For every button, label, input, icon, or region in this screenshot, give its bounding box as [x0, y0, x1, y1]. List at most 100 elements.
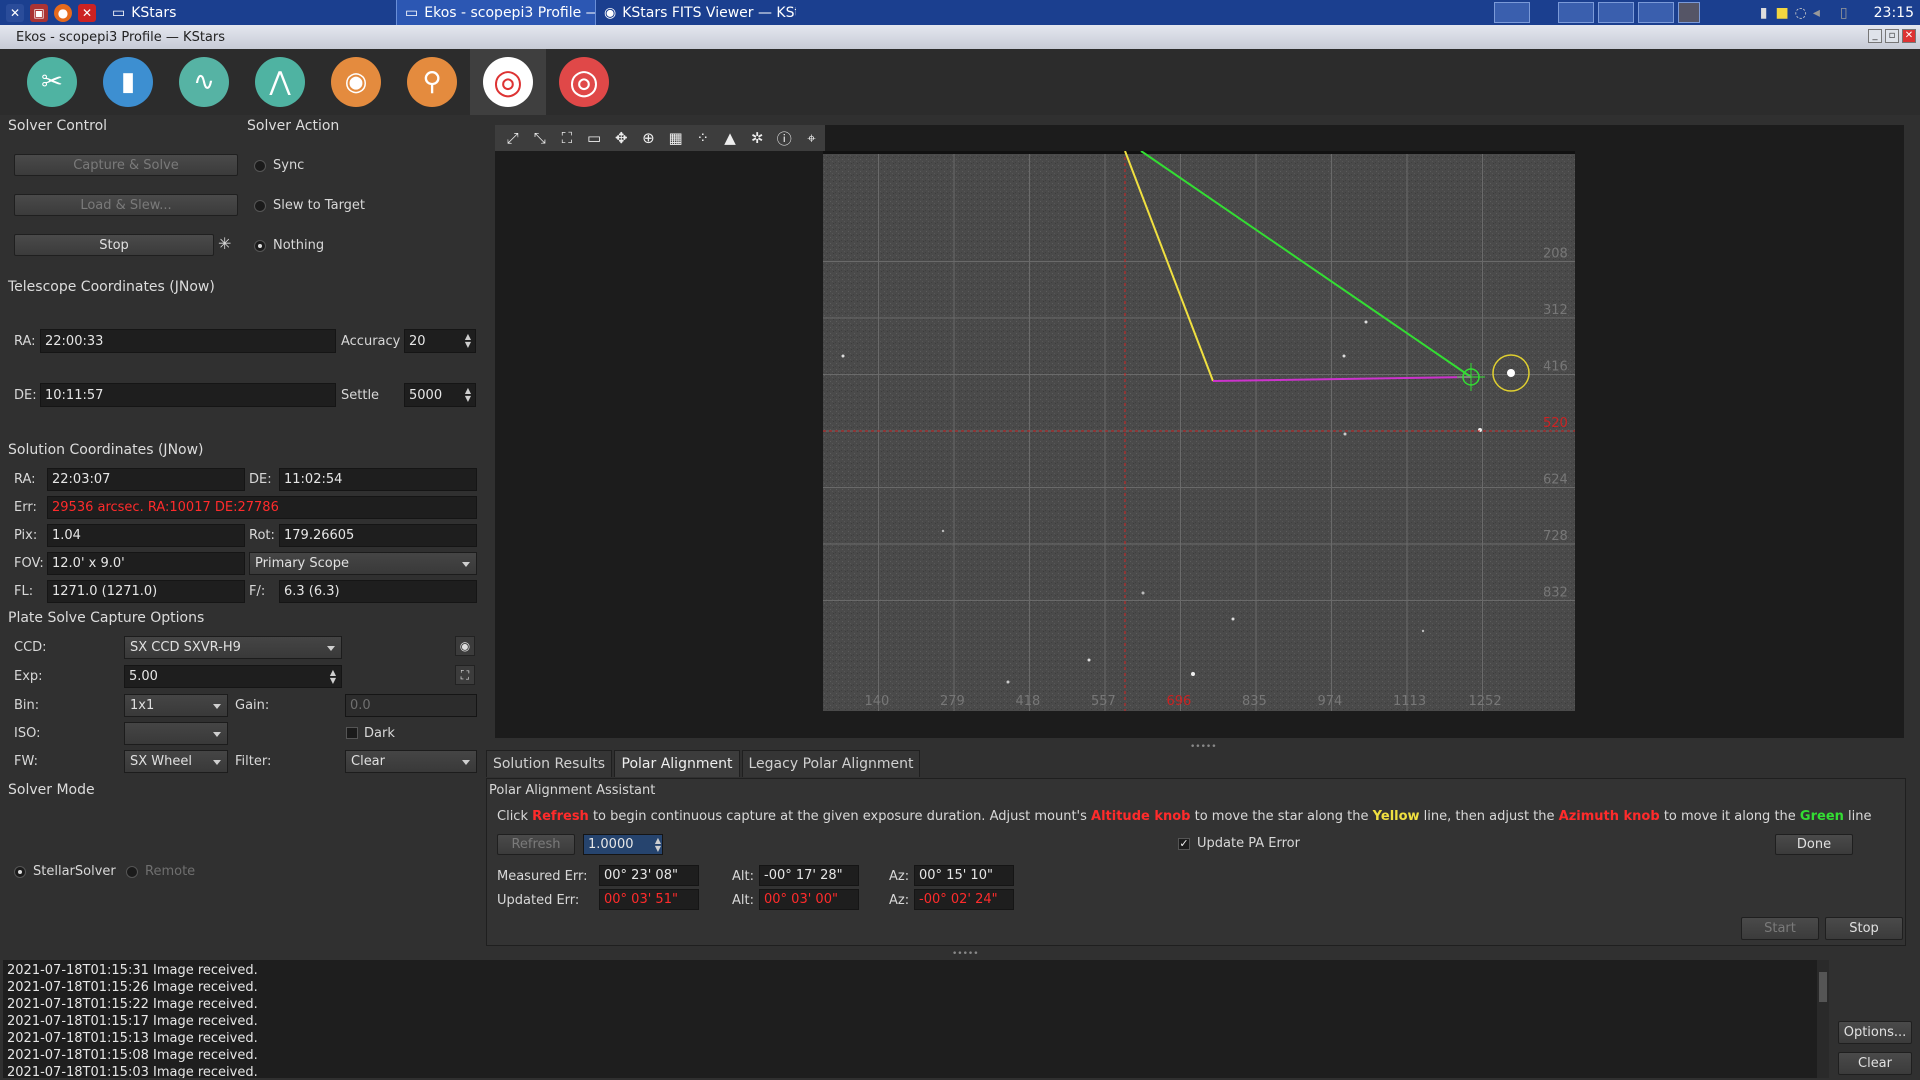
solution-fl-field: 1271.0 (1271.0) — [47, 580, 245, 603]
done-button[interactable]: Done — [1775, 834, 1853, 855]
star — [1141, 591, 1145, 595]
y-tick-label: 208 — [1543, 247, 1568, 262]
accuracy-label: Accuracy — [341, 334, 401, 349]
stop-pa-button[interactable]: Stop — [1825, 917, 1903, 940]
module-align[interactable]: ◎ — [470, 49, 546, 115]
solution-ra-field: 22:03:07 — [47, 468, 245, 491]
solution-de-label: DE: — [249, 472, 272, 487]
telescope-de-field[interactable]: 10:11:57 — [40, 383, 336, 407]
close-window-button[interactable]: ✕ — [1902, 29, 1916, 43]
pan-icon[interactable]: ✥ — [608, 125, 635, 151]
zoom-fit-icon[interactable]: ▭ — [581, 125, 608, 151]
zoom-default-icon[interactable]: ⛶ — [553, 125, 580, 151]
stars-icon[interactable]: ⁘ — [689, 125, 716, 151]
module-focus[interactable]: ⚲ — [394, 49, 470, 115]
module-setup[interactable]: ✂ — [14, 49, 90, 115]
refresh-exposure-stepper[interactable]: ▲ ▼ — [653, 834, 663, 855]
log-clear-button[interactable]: Clear — [1838, 1052, 1912, 1075]
log-output[interactable]: 2021-07-18T01:15:31 Image received. 2021… — [3, 960, 1818, 1078]
crosshair-icon[interactable]: ⊕ — [635, 125, 662, 151]
splitter-handle[interactable]: ••••• — [952, 949, 979, 959]
filter-select[interactable]: Clear — [345, 750, 477, 773]
dark-checkbox[interactable] — [346, 727, 358, 739]
task-ekos[interactable]: ▭Ekos - scopepi3 Profile — ... — [396, 0, 596, 25]
exposure-spinbox[interactable]: 5.00 — [124, 665, 342, 688]
zoom-out-icon[interactable]: ⤡ — [526, 125, 553, 151]
maximize-button[interactable]: ▫ — [1885, 29, 1899, 43]
firefox-icon[interactable]: ● — [54, 3, 72, 22]
info-icon[interactable]: ⓘ — [771, 125, 798, 151]
load-slew-button[interactable]: Load & Slew... — [14, 194, 238, 216]
busy-spinner-icon: ✳ — [218, 234, 232, 253]
stop-solve-button[interactable]: Stop — [14, 234, 214, 256]
task-kstars[interactable]: ▭ KStars — [104, 0, 294, 25]
star — [1364, 320, 1368, 324]
gain-spinbox[interactable]: 0.0 — [345, 694, 477, 717]
ccd-select[interactable]: SX CCD SXVR-H9 — [124, 636, 342, 659]
selected-star — [1507, 369, 1515, 377]
module-analyze[interactable]: ∿ — [166, 49, 242, 115]
filter-wheel-select[interactable]: SX Wheel — [124, 750, 228, 773]
grid-icon[interactable]: ▦ — [662, 125, 689, 151]
instr-altitude: Altitude knob — [1091, 809, 1191, 824]
clock: 23:15 — [1873, 4, 1914, 21]
scope-select[interactable]: Primary Scope — [249, 552, 477, 575]
radio-slew-to-target[interactable] — [254, 200, 266, 212]
x-tick-label: 835 — [1242, 694, 1267, 709]
notes-icon[interactable]: ■ — [1775, 5, 1788, 21]
accuracy-stepper[interactable]: ▲ ▼ — [463, 329, 473, 353]
log-options-button[interactable]: Options... — [1838, 1021, 1912, 1044]
telescope-ra-field[interactable]: 22:00:33 — [40, 329, 336, 353]
tab-polar-alignment[interactable]: Polar Alignment — [614, 750, 740, 777]
start-pa-button[interactable]: Start — [1741, 917, 1819, 940]
module-mount[interactable]: ⋀ — [242, 49, 318, 115]
task-fits-viewer[interactable]: ◉ KStars FITS Viewer — KSt... — [596, 0, 796, 25]
radio-stellarsolver[interactable] — [14, 866, 26, 878]
tray-firefox-icon[interactable] — [1493, 2, 1530, 23]
fits-viewer[interactable]: ⤢ ⤡ ⛶ ▭ ✥ ⊕ ▦ ⁘ ▲ ✲ ⓘ ⌖ 140 279 418 557 696 8… — [495, 125, 1904, 738]
module-scheduler[interactable]: ▮ — [90, 49, 166, 115]
log-scrollbar[interactable] — [1817, 960, 1829, 1078]
refresh-button[interactable]: Refresh — [497, 834, 575, 855]
battery-icon[interactable]: ▯ — [1840, 5, 1848, 21]
tab-solution-results[interactable]: Solution Results — [486, 750, 612, 777]
app-menu-icon[interactable]: ✕ — [6, 3, 24, 22]
tray-app-icon[interactable] — [1637, 2, 1674, 23]
capture-solve-button[interactable]: Capture & Solve — [14, 154, 238, 176]
settle-stepper[interactable]: ▲ ▼ — [463, 383, 473, 407]
bin-select[interactable]: 1x1 — [124, 694, 228, 717]
histogram-icon[interactable]: ▲ — [716, 125, 743, 151]
instr-yellow: Yellow — [1372, 809, 1420, 824]
solution-rot-label: Rot: — [249, 528, 275, 543]
refresh-exposure-spinbox[interactable]: 1.0000 — [583, 834, 663, 855]
close-icon[interactable]: ✕ — [78, 3, 96, 22]
log-scrollbar-thumb[interactable] — [1819, 972, 1827, 1002]
exposure-stepper[interactable]: ▲ ▼ — [328, 665, 338, 688]
polar-alignment-panel: Polar Alignment Assistant Click Refresh … — [486, 778, 1906, 946]
tray-app-icon[interactable] — [1677, 2, 1700, 23]
update-icon[interactable]: ◌ — [1795, 5, 1807, 21]
target-icon[interactable]: ✲ — [744, 125, 771, 151]
star-image[interactable]: 140 279 418 557 696 835 974 1113 1252 208 312 416 52… — [823, 151, 1575, 711]
volume-icon[interactable]: ◂ — [1813, 5, 1820, 21]
terminal-icon[interactable]: ▣ — [30, 3, 48, 22]
solution-ra-label: RA: — [14, 472, 36, 487]
radio-remote[interactable] — [126, 866, 138, 878]
tray-app-icon[interactable] — [1557, 2, 1594, 23]
network-icon[interactable]: ▮ — [1760, 5, 1768, 21]
label-slew-to-target: Slew to Target — [273, 198, 366, 213]
tray-app-icon[interactable] — [1597, 2, 1634, 23]
subframe-icon[interactable]: ⛶ — [455, 665, 475, 685]
radio-nothing[interactable] — [254, 240, 266, 252]
update-pa-error-checkbox[interactable]: ✓ — [1178, 838, 1190, 850]
camera-options-icon[interactable]: ◉ — [455, 636, 475, 656]
measured-err-field: 00° 23' 08" — [599, 865, 699, 886]
minimize-button[interactable]: _ — [1868, 29, 1882, 43]
center-target-icon[interactable]: ⌖ — [798, 125, 825, 151]
tab-legacy-polar-alignment[interactable]: Legacy Polar Alignment — [742, 750, 920, 777]
module-capture[interactable]: ◉ — [318, 49, 394, 115]
zoom-in-icon[interactable]: ⤢ — [499, 125, 526, 151]
module-guide[interactable]: ◎ — [546, 49, 622, 115]
radio-sync[interactable] — [254, 160, 266, 172]
iso-select[interactable] — [124, 722, 228, 745]
